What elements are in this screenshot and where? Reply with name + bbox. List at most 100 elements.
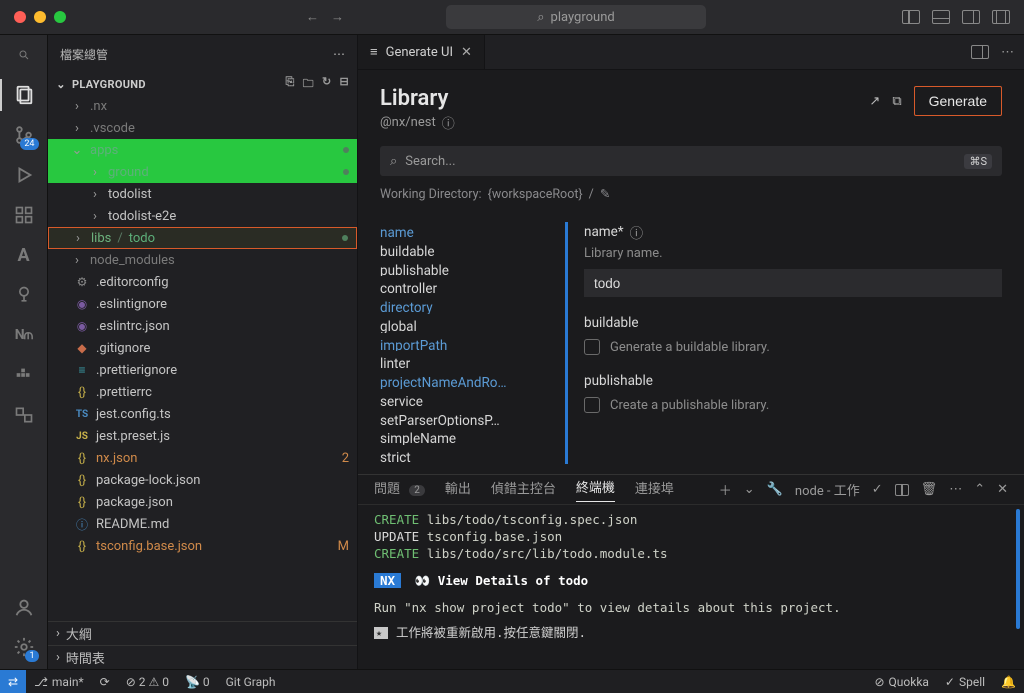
tab-terminal[interactable]: 終端機 xyxy=(576,477,615,502)
trash-icon[interactable]: 🗑 xyxy=(921,482,938,497)
tree-file-readme[interactable]: ⓘ README.md xyxy=(48,513,357,535)
tree-folder-ground[interactable]: › ground xyxy=(48,161,357,183)
tree-folder-nx[interactable]: › .nx xyxy=(48,95,357,117)
terminal-dropdown-icon[interactable]: ⌄ xyxy=(744,482,755,497)
tree-folder-libs-todo[interactable]: › libs / todo xyxy=(48,227,357,249)
wrench-icon[interactable]: 🔧 xyxy=(767,482,783,497)
terminal-task-label[interactable]: node - 工作 xyxy=(795,480,860,499)
opt-publishable[interactable]: publishable xyxy=(380,262,545,277)
tree-file-package-lock[interactable]: {} package-lock.json xyxy=(48,469,357,491)
source-control-icon[interactable]: 24 xyxy=(12,123,36,147)
status-problems[interactable]: ⊘ 2 ⚠ 0 xyxy=(118,675,177,689)
collapse-all-icon[interactable]: ⊟ xyxy=(339,75,349,94)
panel-more-icon[interactable]: ⋯ xyxy=(949,482,962,497)
explorer-view-icon[interactable] xyxy=(12,83,36,107)
generate-button[interactable]: Generate xyxy=(914,86,1002,116)
status-notifications[interactable]: 🔔 xyxy=(993,675,1024,689)
file-tree[interactable]: › .nx › .vscode ⌄ apps › ground › todoli… xyxy=(48,95,357,621)
opt-controller[interactable]: controller xyxy=(380,280,545,295)
remote-indicator[interactable]: ⇄ xyxy=(0,670,26,693)
close-panel-icon[interactable]: ✕ xyxy=(997,482,1008,497)
opt-setParserOptions[interactable]: setParserOptionsP… xyxy=(380,412,545,427)
refresh-icon[interactable]: ↻ xyxy=(322,75,332,94)
nx-console-icon[interactable]: N⫙ xyxy=(12,323,36,347)
opt-projectNameAndRoot[interactable]: projectNameAndRo… xyxy=(380,374,545,389)
status-quokka[interactable]: ⊘ Quokka xyxy=(866,675,936,689)
new-file-icon[interactable]: ⎘ xyxy=(286,75,295,94)
opt-service[interactable]: service xyxy=(380,393,545,408)
info-icon[interactable]: ⓘ xyxy=(630,222,644,242)
open-external-icon[interactable]: ↗ xyxy=(869,94,880,109)
terminal-scrollbar[interactable] xyxy=(1016,509,1020,629)
search-view-icon[interactable] xyxy=(12,43,36,67)
nav-forward-icon[interactable]: → xyxy=(331,9,344,25)
extensions-icon[interactable] xyxy=(12,203,36,227)
tree-file-prettierrc[interactable]: {} .prettierrc xyxy=(48,381,357,403)
run-debug-icon[interactable] xyxy=(12,163,36,187)
status-ports[interactable]: 📡 0 xyxy=(177,675,218,689)
tree-file-editorconfig[interactable]: ⚙ .editorconfig xyxy=(48,271,357,293)
tree-file-eslintrc[interactable]: ◉ .eslintrc.json xyxy=(48,315,357,337)
tree-file-jest-preset[interactable]: JS jest.preset.js xyxy=(48,425,357,447)
maximize-panel-icon[interactable]: ⌃ xyxy=(974,482,985,497)
command-center[interactable]: ⌕ playground xyxy=(446,5,706,29)
accounts-icon[interactable] xyxy=(12,595,36,619)
tab-debug-console[interactable]: 偵錯主控台 xyxy=(491,478,556,502)
tree-folder-todolist-e2e[interactable]: › todolist-e2e xyxy=(48,205,357,227)
new-terminal-icon[interactable]: ＋ xyxy=(719,480,732,499)
opt-name[interactable]: name xyxy=(380,224,545,239)
sidebar-timeline[interactable]: › 時間表 xyxy=(48,645,357,669)
tree-file-nx-json[interactable]: {} nx.json 2 xyxy=(48,447,357,469)
tab-problems[interactable]: 問題 2 xyxy=(374,478,425,502)
tree-file-tsconfig[interactable]: {} tsconfig.base.json M xyxy=(48,535,357,557)
remote-explorer-icon[interactable] xyxy=(12,403,36,427)
check-icon[interactable]: ✓ xyxy=(872,482,883,497)
split-editor-icon[interactable] xyxy=(971,45,989,59)
opt-importPath[interactable]: importPath xyxy=(380,337,545,352)
tree-file-package-json[interactable]: {} package.json xyxy=(48,491,357,513)
layout-side-right-icon[interactable] xyxy=(962,10,980,24)
opt-directory[interactable]: directory xyxy=(380,299,545,314)
tab-output[interactable]: 輸出 xyxy=(445,478,471,502)
tree-file-prettierignore[interactable]: ≡ .prettierignore xyxy=(48,359,357,381)
opt-buildable[interactable]: buildable xyxy=(380,243,545,258)
generator-search[interactable]: ⌕ Search... ⌘S xyxy=(380,146,1002,176)
explorer-root[interactable]: ⌄ PLAYGROUND ⎘ 🗀 ↻ ⊟ xyxy=(48,73,357,95)
edit-icon[interactable]: ✎ xyxy=(600,186,610,202)
tab-generate-ui[interactable]: ≡ Generate UI ✕ xyxy=(358,35,485,69)
publishable-checkbox[interactable] xyxy=(584,397,600,413)
apollo-icon[interactable]: A xyxy=(12,243,36,267)
terminal-output[interactable]: CREATE libs/todo/tsconfig.spec.json UPDA… xyxy=(358,505,1024,669)
split-terminal-icon[interactable] xyxy=(895,484,909,496)
layout-customize-icon[interactable] xyxy=(992,10,1010,24)
status-gitgraph[interactable]: Git Graph xyxy=(218,675,284,689)
name-input[interactable] xyxy=(584,269,1002,297)
layout-panel-icon[interactable] xyxy=(932,10,950,24)
opt-simpleName[interactable]: simpleName xyxy=(380,430,545,445)
sidebar-outline[interactable]: › 大綱 xyxy=(48,621,357,645)
opt-global[interactable]: global xyxy=(380,318,545,333)
docker-icon[interactable] xyxy=(12,363,36,387)
buildable-checkbox[interactable] xyxy=(584,339,600,355)
settings-gear-icon[interactable]: 1 xyxy=(12,635,36,659)
close-icon[interactable]: ✕ xyxy=(461,45,472,60)
tree-file-eslintignore[interactable]: ◉ .eslintignore xyxy=(48,293,357,315)
tab-ports[interactable]: 連接埠 xyxy=(635,478,674,502)
opt-linter[interactable]: linter xyxy=(380,355,545,370)
status-sync[interactable]: ⟳ xyxy=(92,675,118,689)
copy-icon[interactable]: ⧉ xyxy=(892,94,901,109)
tree-file-gitignore[interactable]: ◆ .gitignore xyxy=(48,337,357,359)
close-window-icon[interactable] xyxy=(14,11,26,23)
status-branch[interactable]: ⎇ main* xyxy=(26,675,92,689)
new-folder-icon[interactable]: 🗀 xyxy=(303,75,314,94)
tree-folder-todolist[interactable]: › todolist xyxy=(48,183,357,205)
generator-option-list[interactable]: name buildable publishable controller di… xyxy=(380,222,545,464)
nav-back-icon[interactable]: ← xyxy=(306,9,319,25)
gitlens-icon[interactable] xyxy=(12,283,36,307)
zoom-window-icon[interactable] xyxy=(54,11,66,23)
opt-strict[interactable]: strict xyxy=(380,449,545,464)
minimize-window-icon[interactable] xyxy=(34,11,46,23)
tree-folder-apps[interactable]: ⌄ apps xyxy=(48,139,357,161)
tree-folder-vscode[interactable]: › .vscode xyxy=(48,117,357,139)
tab-more-icon[interactable]: ⋯ xyxy=(1001,45,1014,60)
